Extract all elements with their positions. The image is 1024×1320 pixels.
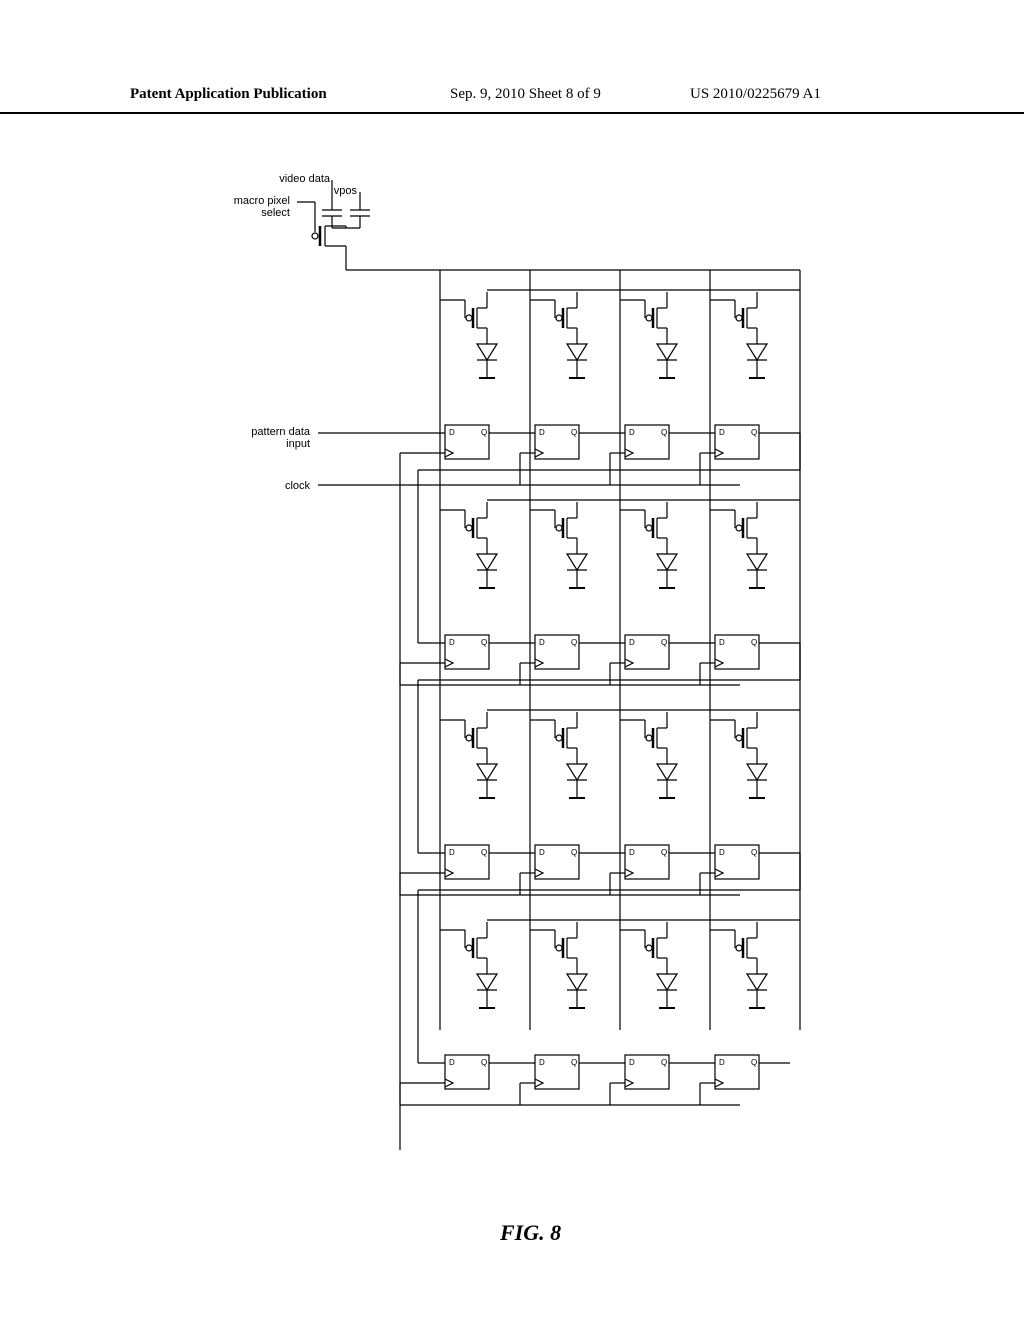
dff-d: D: [539, 428, 545, 437]
header-sheet-info: Sep. 9, 2010 Sheet 8 of 9: [450, 86, 601, 103]
dff-d: D: [449, 428, 455, 437]
dff-q: Q: [571, 428, 577, 437]
row-2: [400, 433, 800, 685]
dff-d: D: [719, 638, 725, 647]
dff-d: D: [629, 848, 635, 857]
dff-d: D: [449, 848, 455, 857]
row-3: [400, 643, 800, 895]
figure-8: video data macro pixel select vpos patte…: [100, 150, 924, 1250]
dff-q: Q: [661, 848, 667, 857]
dff-q: Q: [751, 848, 757, 857]
dff-d: D: [629, 638, 635, 647]
dff-d: D: [449, 1058, 455, 1067]
page-header: Patent Application Publication Sep. 9, 2…: [0, 86, 1024, 114]
dff-q: Q: [661, 428, 667, 437]
input-stage: [297, 180, 370, 270]
dff-q: Q: [571, 638, 577, 647]
figure-caption: FIG. 8: [500, 1220, 561, 1246]
dff-d: D: [449, 638, 455, 647]
dff-q: Q: [751, 428, 757, 437]
header-patent-number: US 2010/0225679 A1: [690, 86, 821, 103]
dff-q: Q: [481, 848, 487, 857]
dff-d: D: [539, 848, 545, 857]
dff-q: Q: [751, 638, 757, 647]
dff-d: D: [629, 1058, 635, 1067]
row-4: [400, 853, 800, 1105]
dff-q: Q: [481, 428, 487, 437]
dff-q: Q: [481, 1058, 487, 1067]
dff-q: Q: [481, 638, 487, 647]
dff-d: D: [719, 1058, 725, 1067]
row-1: [400, 290, 800, 485]
dff-q: Q: [571, 848, 577, 857]
dff-d: D: [539, 638, 545, 647]
page: Patent Application Publication Sep. 9, 2…: [0, 0, 1024, 1320]
dff-q: Q: [751, 1058, 757, 1067]
dff-q: Q: [661, 638, 667, 647]
dff-d: D: [719, 428, 725, 437]
dff-q: Q: [661, 1058, 667, 1067]
dff-q: Q: [571, 1058, 577, 1067]
dff-d: D: [629, 428, 635, 437]
schematic-svg: D Q D Q D Q D Q D Q D Q D Q D Q D Q D Q D Q D Q D Q D…: [100, 150, 924, 1250]
dff-d: D: [539, 1058, 545, 1067]
header-publication: Patent Application Publication: [130, 86, 327, 103]
dff-d: D: [719, 848, 725, 857]
